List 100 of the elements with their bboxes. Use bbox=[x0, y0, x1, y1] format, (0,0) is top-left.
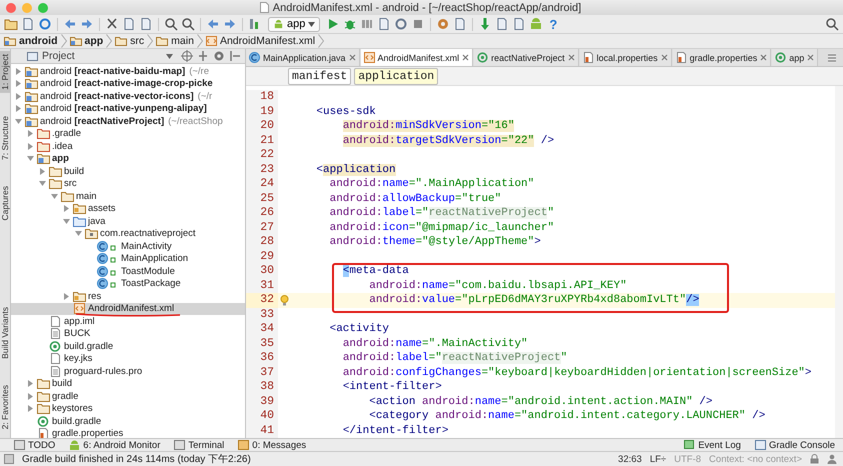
forward-arrow-icon[interactable] bbox=[223, 17, 237, 31]
expand-arrow-icon[interactable] bbox=[26, 129, 35, 138]
tree-item[interactable]: keystores bbox=[11, 402, 245, 415]
tree-item[interactable]: com.reactnativeproject bbox=[11, 228, 245, 240]
expand-arrow-icon[interactable] bbox=[26, 392, 35, 401]
tool-window-tab[interactable]: 7: Structure bbox=[0, 112, 10, 163]
tree-item[interactable]: .idea bbox=[11, 140, 245, 152]
expand-arrow-icon[interactable] bbox=[14, 92, 23, 101]
xml-breadcrumb[interactable]: manifest bbox=[288, 68, 352, 84]
panel-toggle-icon[interactable] bbox=[4, 454, 14, 464]
run-configuration-dropdown[interactable]: app bbox=[268, 16, 320, 32]
tree-item[interactable]: android [react-native-vector-icons] (~/r bbox=[11, 90, 245, 102]
editor-tab[interactable]: reactNativeProject bbox=[474, 49, 579, 66]
expand-arrow-icon[interactable] bbox=[26, 142, 35, 151]
tree-item[interactable]: android [react-native-yunpeng-alipay] bbox=[11, 102, 245, 115]
tab-list-icon[interactable] bbox=[827, 52, 839, 62]
hide-panel-icon[interactable] bbox=[229, 50, 241, 62]
tree-item[interactable]: java bbox=[11, 215, 245, 228]
zoom-window-button[interactable] bbox=[38, 2, 48, 12]
tree-item[interactable]: key.jks bbox=[11, 352, 245, 365]
tree-item[interactable]: android [reactNativeProject] (~/reactShop bbox=[11, 115, 245, 128]
expand-arrow-icon[interactable] bbox=[26, 404, 35, 414]
close-window-button[interactable] bbox=[6, 2, 16, 12]
back-arrow-icon[interactable] bbox=[206, 17, 220, 31]
expand-arrow-icon[interactable] bbox=[14, 79, 23, 88]
tree-item[interactable]: assets bbox=[11, 202, 245, 215]
editor-tab[interactable]: local.properties bbox=[580, 49, 672, 66]
tree-item[interactable]: build.gradle bbox=[11, 340, 245, 352]
tree-item[interactable]: app.iml bbox=[11, 315, 245, 328]
run-icon[interactable] bbox=[326, 17, 340, 31]
tree-item[interactable]: MainActivity bbox=[11, 240, 245, 252]
settings-icon[interactable] bbox=[213, 50, 225, 62]
tool-window-tab[interactable]: Build Variants bbox=[0, 304, 10, 362]
tool-window-button[interactable]: 6: Android Monitor bbox=[69, 440, 160, 450]
status-item[interactable]: 32:63 bbox=[618, 454, 642, 464]
zoom-in-icon[interactable] bbox=[164, 17, 178, 31]
path-crumb[interactable]: android bbox=[4, 35, 58, 47]
expand-arrow-icon[interactable] bbox=[62, 204, 71, 214]
tool-window-button[interactable]: Terminal bbox=[174, 440, 224, 450]
person-icon[interactable] bbox=[827, 454, 837, 464]
tree-item[interactable]: gradle bbox=[11, 390, 245, 402]
tree-item[interactable]: ToastModule bbox=[11, 265, 245, 278]
expand-arrow-icon[interactable] bbox=[26, 154, 35, 164]
tree-item[interactable]: AndroidManifest.xml bbox=[11, 302, 245, 315]
tree-item[interactable]: BUCK bbox=[11, 328, 245, 340]
editor-tab[interactable]: AndroidManifest.xml bbox=[360, 49, 474, 66]
redo-icon[interactable] bbox=[80, 17, 94, 31]
tree-item[interactable]: android [react-native-baidu-map] (~/re bbox=[11, 65, 245, 78]
lightbulb-icon[interactable] bbox=[280, 294, 288, 306]
close-icon[interactable] bbox=[348, 54, 356, 61]
editor-tab[interactable]: app bbox=[772, 49, 818, 66]
expand-arrow-icon[interactable] bbox=[38, 166, 47, 176]
tree-item[interactable]: proguard-rules.pro bbox=[11, 365, 245, 378]
close-icon[interactable] bbox=[807, 54, 814, 61]
expand-arrow-icon[interactable] bbox=[50, 192, 59, 201]
undo-icon[interactable] bbox=[63, 17, 77, 31]
expand-arrow-icon[interactable] bbox=[26, 379, 35, 388]
help-button[interactable]: ? bbox=[546, 16, 560, 32]
search-icon[interactable] bbox=[825, 17, 839, 31]
tool-window-button[interactable]: Event Log bbox=[684, 440, 741, 450]
expand-arrow-icon[interactable] bbox=[62, 216, 71, 226]
tool-window-button[interactable]: Gradle Console bbox=[754, 440, 835, 450]
zoom-out-icon[interactable] bbox=[181, 17, 195, 31]
tool-window-tab[interactable]: 2: Favorites bbox=[0, 382, 10, 432]
close-icon[interactable] bbox=[660, 54, 668, 61]
tree-item[interactable]: android [react-native-image-crop-picke bbox=[11, 78, 245, 90]
path-crumb[interactable]: main bbox=[156, 35, 194, 47]
tool-window-button[interactable]: 0: Messages bbox=[238, 440, 306, 450]
tool-window-tab[interactable]: 1: Project bbox=[0, 51, 10, 93]
editor-tab[interactable]: MainApplication.java bbox=[246, 49, 360, 66]
cut-icon[interactable] bbox=[105, 17, 119, 31]
expand-arrow-icon[interactable] bbox=[38, 179, 47, 188]
expand-arrow-icon[interactable] bbox=[14, 66, 23, 76]
tree-item[interactable]: build bbox=[11, 165, 245, 178]
expand-arrow-icon[interactable] bbox=[62, 292, 71, 301]
expand-arrow-icon[interactable] bbox=[14, 104, 23, 114]
tree-item[interactable]: main bbox=[11, 190, 245, 202]
folder-icon[interactable] bbox=[4, 17, 18, 31]
close-icon[interactable] bbox=[760, 54, 768, 61]
path-crumb[interactable]: app bbox=[70, 35, 104, 47]
tool-window-button[interactable]: TODO bbox=[14, 440, 56, 450]
close-icon[interactable] bbox=[462, 54, 470, 61]
expand-arrow-icon[interactable] bbox=[74, 229, 83, 238]
tree-item[interactable]: gradle.properties bbox=[11, 428, 245, 438]
tool-window-tab[interactable]: Captures bbox=[0, 182, 10, 224]
tree-item[interactable]: build bbox=[11, 378, 245, 390]
android-icon[interactable] bbox=[529, 17, 544, 31]
tree-item[interactable]: src bbox=[11, 178, 245, 190]
path-crumb[interactable]: AndroidManifest.xml bbox=[206, 35, 316, 47]
tree-item[interactable]: res bbox=[11, 290, 245, 302]
close-icon[interactable] bbox=[568, 54, 575, 61]
tree-item[interactable]: app bbox=[11, 152, 245, 165]
status-item[interactable]: LF÷ bbox=[650, 454, 666, 464]
editor-tab[interactable]: gradle.properties bbox=[672, 49, 772, 66]
tree-item[interactable]: ToastPackage bbox=[11, 278, 245, 290]
tree-item[interactable]: .gradle bbox=[11, 128, 245, 140]
lock-icon[interactable] bbox=[810, 454, 819, 464]
expand-arrow-icon[interactable] bbox=[14, 116, 23, 126]
crosshair-icon[interactable] bbox=[181, 50, 193, 62]
path-crumb[interactable]: src bbox=[115, 35, 144, 47]
